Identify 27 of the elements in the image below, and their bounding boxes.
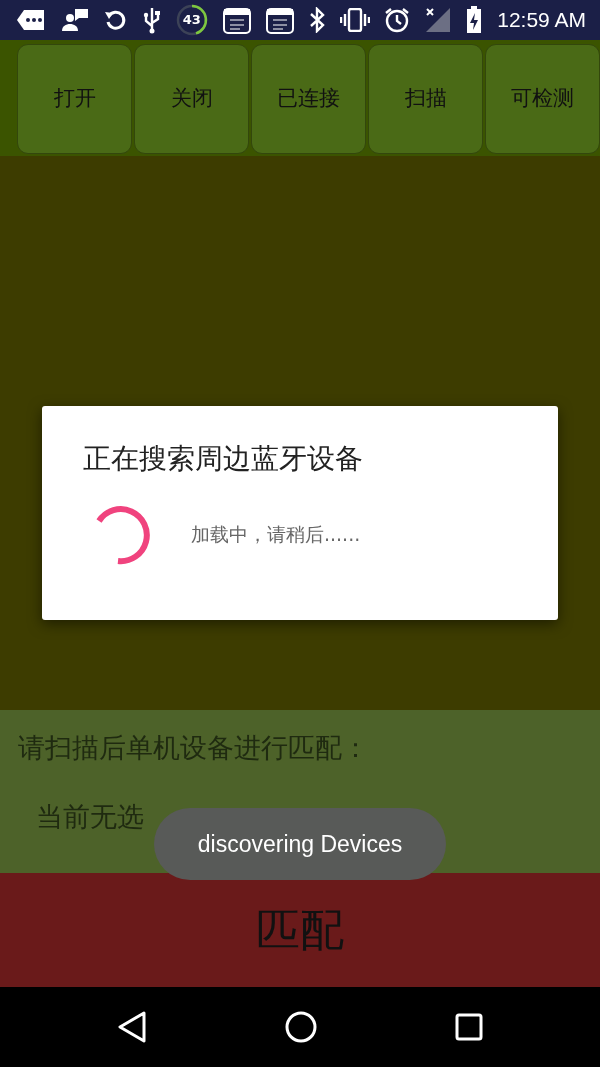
pair-button[interactable]: 匹配 xyxy=(0,873,600,987)
bluetooth-icon xyxy=(308,7,325,33)
dialog-message: 加载中，请稍后...... xyxy=(191,522,361,548)
recents-icon[interactable] xyxy=(455,1013,483,1041)
back-icon[interactable] xyxy=(117,1011,147,1043)
contact-message-icon xyxy=(60,8,89,32)
action-button[interactable]: 打开 xyxy=(17,44,132,154)
action-button[interactable]: 已连接 xyxy=(251,44,366,154)
more-icon xyxy=(16,9,46,31)
action-button[interactable]: 关闭 xyxy=(134,44,249,154)
calendar-icon xyxy=(265,6,294,34)
signal-icon xyxy=(425,7,452,33)
clock-time: 12:59 AM xyxy=(497,7,586,34)
prompt-text: 请扫描后单机设备进行匹配： xyxy=(18,731,370,765)
alarm-icon xyxy=(384,7,411,33)
action-button[interactable]: 可检测 xyxy=(485,44,600,154)
refresh-icon xyxy=(103,8,128,32)
vibrate-icon xyxy=(339,8,370,32)
data-usage-gauge: 43 xyxy=(175,4,208,36)
toast-message: discovering Devices xyxy=(154,808,446,880)
calendar-icon xyxy=(222,6,251,34)
home-icon[interactable] xyxy=(285,1011,317,1043)
action-button[interactable]: 扫描 xyxy=(368,44,483,154)
usb-icon xyxy=(142,6,161,34)
device-status-text: 当前无选 xyxy=(36,799,145,834)
dialog-title: 正在搜索周边蓝牙设备 xyxy=(83,442,364,476)
battery-charging-icon xyxy=(466,6,483,34)
